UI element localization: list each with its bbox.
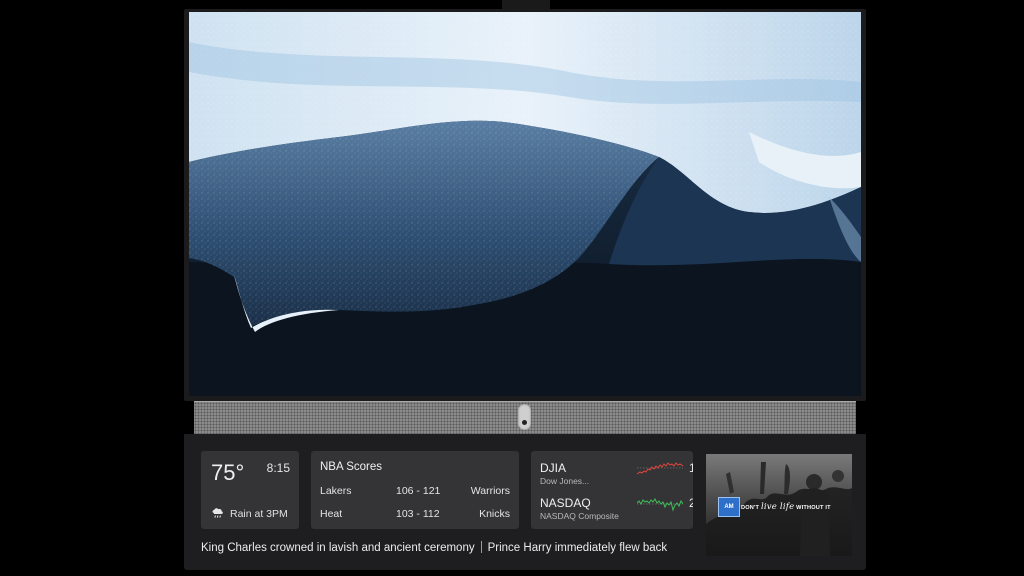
- ticker-divider: [480, 541, 482, 553]
- game-score: 103 - 112: [396, 508, 440, 520]
- game-score: 106 - 121: [396, 485, 441, 497]
- clock-time: 8:15: [266, 461, 290, 475]
- weather-widget[interactable]: 75° 8:15 Rain at 3PM: [201, 451, 299, 529]
- away-team: Knicks: [479, 508, 510, 520]
- nba-scores-widget[interactable]: NBA Scores Lakers 106 - 121 Warriors Hea…: [311, 451, 519, 529]
- away-team: Warriors: [470, 485, 510, 497]
- stock-symbol: DJIA: [540, 461, 567, 475]
- ad-tagline: DON'T live life WITHOUT IT: [741, 502, 831, 512]
- nasdaq-sparkline: [637, 498, 683, 512]
- ad-tagline-part: WITHOUT IT: [796, 505, 831, 511]
- tv-frame: [184, 9, 866, 401]
- home-team: Heat: [320, 508, 343, 520]
- temperature: 75°: [211, 460, 245, 485]
- stock-symbol: NASDAQ: [540, 496, 591, 510]
- stocks-widget[interactable]: DJIA Dow Jones... 1 NASDAQ NASDAQ Compos…: [531, 451, 693, 529]
- game-row: Lakers 106 - 121 Warriors: [320, 485, 510, 499]
- soundbar-sensor: [518, 404, 531, 430]
- nba-title: NBA Scores: [320, 461, 382, 473]
- stock-value: 2: [689, 496, 693, 510]
- stock-name: NASDAQ Composite: [540, 511, 619, 521]
- weather-forecast: Rain at 3PM: [230, 508, 288, 520]
- news-ticker[interactable]: King Charles crowned in lavish and ancie…: [201, 541, 697, 557]
- ad-tile[interactable]: AM DON'T live life WITHOUT IT: [706, 454, 852, 556]
- home-team: Lakers: [320, 485, 352, 497]
- ocean-wave-image: [189, 12, 861, 396]
- stock-value: 1: [689, 461, 693, 475]
- headline: Prince Harry immediately flew back: [487, 542, 668, 554]
- stock-name: Dow Jones...: [540, 476, 590, 486]
- ad-tagline-script: live life: [760, 502, 795, 512]
- game-row: Heat 103 - 112 Knicks: [320, 508, 510, 522]
- ad-tagline-part: DON'T: [741, 505, 760, 511]
- ad-logo: AM: [718, 497, 740, 517]
- rain-cloud-icon: [212, 508, 223, 518]
- screen-artwork: [189, 12, 861, 396]
- djia-sparkline: [637, 462, 683, 475]
- tv-display: 75° 8:15 Rain at 3PM NBA Scores Lakers 1…: [0, 0, 1024, 576]
- headline: King Charles crowned in lavish and ancie…: [201, 542, 475, 554]
